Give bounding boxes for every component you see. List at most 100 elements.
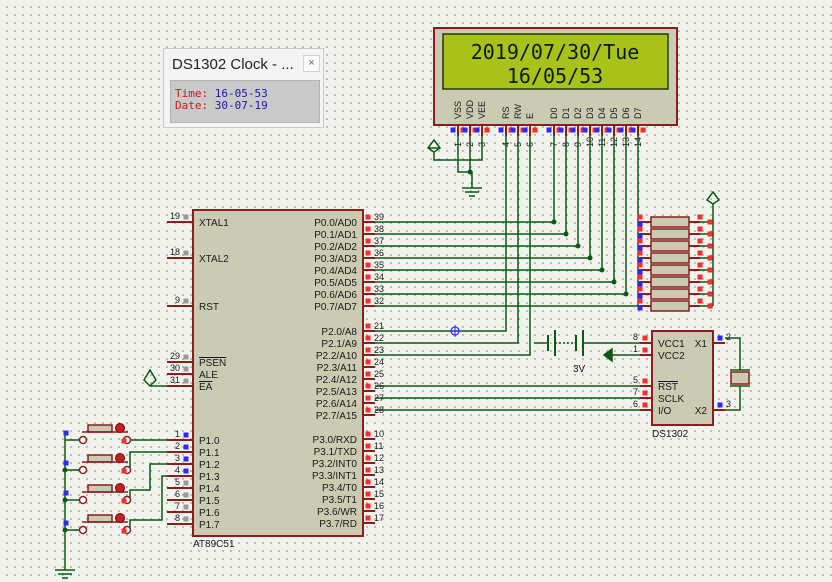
pin-terminal[interactable] <box>558 127 564 133</box>
pin-terminal[interactable] <box>707 231 713 237</box>
pin-terminal[interactable] <box>707 279 713 285</box>
button-cap[interactable] <box>87 454 113 463</box>
pin-terminal[interactable] <box>707 303 713 309</box>
resistor-body[interactable] <box>650 288 690 300</box>
pin-terminal[interactable] <box>717 335 723 341</box>
pin-terminal[interactable] <box>183 444 189 450</box>
lcd-module[interactable]: 2019/07/30/Tue 16/05/53 VSS1VDD2VEE3RS4R… <box>433 27 678 147</box>
pin-terminal[interactable] <box>365 335 371 341</box>
button-cap[interactable] <box>87 514 113 523</box>
pin-terminal[interactable] <box>697 250 703 256</box>
resistor-body[interactable] <box>650 264 690 276</box>
pin-terminal[interactable] <box>365 298 371 304</box>
pin-terminal[interactable] <box>630 127 636 133</box>
pin-terminal[interactable] <box>640 127 646 133</box>
pin-terminal[interactable] <box>474 127 480 133</box>
pin-terminal[interactable] <box>183 354 189 360</box>
pin-terminal[interactable] <box>121 438 127 444</box>
clock-popup-window[interactable]: DS1302 Clock - ... × Time: 16-05-53 Date… <box>163 48 324 128</box>
pin-terminal[interactable] <box>63 490 69 496</box>
pin-terminal[interactable] <box>637 238 643 244</box>
pullup-resistor-pack[interactable] <box>637 214 713 312</box>
pin-terminal[interactable] <box>183 516 189 522</box>
schematic-canvas[interactable]: 2019/07/30/Tue 16/05/53 VSS 1 VDD 2 VEE 3 RS 4 R… <box>0 0 832 582</box>
pin-terminal[interactable] <box>522 127 528 133</box>
pin-terminal[interactable] <box>707 255 713 261</box>
pin-terminal[interactable] <box>717 402 723 408</box>
pin-terminal[interactable] <box>637 250 643 256</box>
pin-terminal[interactable] <box>707 219 713 225</box>
pin-terminal[interactable] <box>637 286 643 292</box>
pin-terminal[interactable] <box>637 269 643 275</box>
pin-terminal[interactable] <box>365 347 371 353</box>
pin-terminal[interactable] <box>365 515 371 521</box>
battery[interactable]: 3V <box>547 330 586 375</box>
pin-terminal[interactable] <box>637 221 643 227</box>
pin-terminal[interactable] <box>450 127 456 133</box>
pin-terminal[interactable] <box>63 520 69 526</box>
pin-terminal[interactable] <box>594 127 600 133</box>
pin-terminal[interactable] <box>365 383 371 389</box>
pin-terminal[interactable] <box>183 480 189 486</box>
pin-terminal[interactable] <box>365 238 371 244</box>
pin-terminal[interactable] <box>462 127 468 133</box>
pin-terminal[interactable] <box>697 262 703 268</box>
crystal[interactable] <box>730 369 750 387</box>
pin-terminal[interactable] <box>183 456 189 462</box>
pin-terminal[interactable] <box>707 267 713 273</box>
pin-terminal[interactable] <box>183 378 189 384</box>
pin-terminal[interactable] <box>365 443 371 449</box>
pin-terminal[interactable] <box>637 274 643 280</box>
pin-terminal[interactable] <box>365 491 371 497</box>
pin-terminal[interactable] <box>365 395 371 401</box>
pin-terminal[interactable] <box>183 492 189 498</box>
button-cap[interactable] <box>87 424 113 433</box>
pin-terminal[interactable] <box>642 402 648 408</box>
pin-terminal[interactable] <box>121 468 127 474</box>
pin-terminal[interactable] <box>183 468 189 474</box>
pin-terminal[interactable] <box>637 262 643 268</box>
pin-terminal[interactable] <box>365 407 371 413</box>
pin-terminal[interactable] <box>697 238 703 244</box>
pin-terminal[interactable] <box>642 347 648 353</box>
pin-terminal[interactable] <box>707 243 713 249</box>
pin-terminal[interactable] <box>365 250 371 256</box>
pin-terminal[interactable] <box>183 214 189 220</box>
pin-terminal[interactable] <box>365 214 371 220</box>
mcu-at89c51[interactable]: AT89C51 19XTAL118XTAL29RST29PSEN30ALE31E… <box>167 209 384 550</box>
pin-terminal[interactable] <box>365 431 371 437</box>
pin-terminal[interactable] <box>365 286 371 292</box>
resistor-body[interactable] <box>650 300 690 312</box>
pin-terminal[interactable] <box>637 233 643 239</box>
crosshair-probe-icon[interactable] <box>449 325 461 337</box>
pin-terminal[interactable] <box>637 305 643 311</box>
pin-terminal[interactable] <box>697 274 703 280</box>
pin-terminal[interactable] <box>121 498 127 504</box>
pin-terminal[interactable] <box>183 250 189 256</box>
pin-terminal[interactable] <box>637 214 643 220</box>
pin-terminal[interactable] <box>63 430 69 436</box>
pin-terminal[interactable] <box>582 127 588 133</box>
pin-terminal[interactable] <box>498 127 504 133</box>
pin-terminal[interactable] <box>546 127 552 133</box>
popup-close-button[interactable]: × <box>303 55 320 72</box>
pin-terminal[interactable] <box>637 245 643 251</box>
pin-terminal[interactable] <box>532 127 538 133</box>
pin-terminal[interactable] <box>637 281 643 287</box>
pin-terminal[interactable] <box>570 127 576 133</box>
button-cap[interactable] <box>87 484 113 493</box>
pin-terminal[interactable] <box>183 504 189 510</box>
pin-terminal[interactable] <box>365 262 371 268</box>
pin-terminal[interactable] <box>484 127 490 133</box>
pin-terminal[interactable] <box>606 127 612 133</box>
pin-terminal[interactable] <box>63 460 69 466</box>
pin-terminal[interactable] <box>697 286 703 292</box>
pin-terminal[interactable] <box>697 298 703 304</box>
pin-terminal[interactable] <box>183 432 189 438</box>
pin-terminal[interactable] <box>365 359 371 365</box>
pin-terminal[interactable] <box>707 291 713 297</box>
pin-terminal[interactable] <box>365 274 371 280</box>
pin-terminal[interactable] <box>642 378 648 384</box>
resistor-body[interactable] <box>650 240 690 252</box>
resistor-body[interactable] <box>650 276 690 288</box>
